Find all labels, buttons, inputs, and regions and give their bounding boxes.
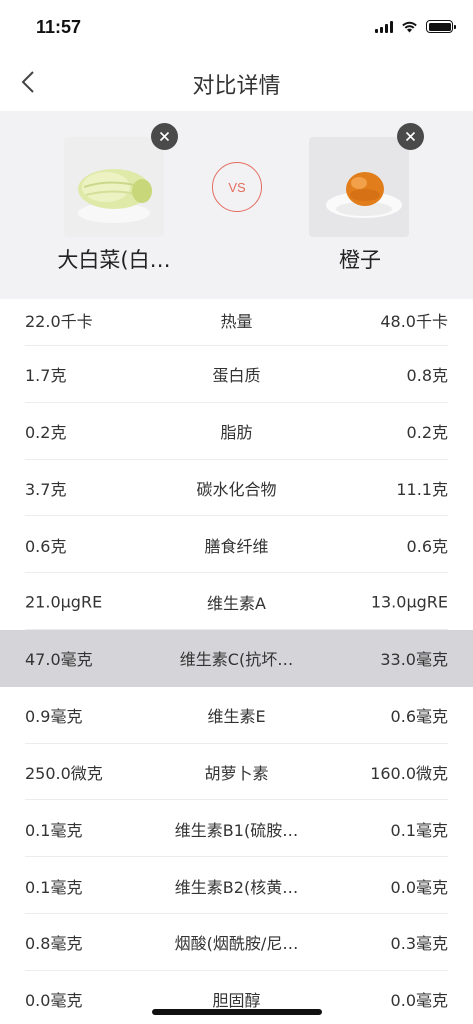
status-time: 11:57 — [36, 17, 82, 37]
nutrient-name: 胆固醇 — [212, 991, 261, 1011]
food-name-right: 橙子 — [339, 248, 381, 272]
nutrient-name: 蛋白质 — [212, 366, 261, 386]
nutrient-name: 烟酸(烟酰胺/尼… — [174, 934, 299, 954]
right-value: 0.6毫克 — [390, 707, 448, 727]
table-row: 21.0μgRE 维生素A 13.0μgRE — [0, 573, 473, 630]
nutrient-name: 碳水化合物 — [196, 479, 277, 499]
nutrient-name: 维生素B1(硫胺… — [174, 820, 299, 840]
nutrient-name: 维生素C(抗坏… — [179, 650, 294, 670]
right-value: 48.0千卡 — [380, 312, 448, 331]
close-icon — [405, 131, 416, 142]
table-row: 0.9毫克 维生素E 0.6毫克 — [0, 687, 473, 744]
left-value: 0.8毫克 — [25, 934, 83, 954]
table-row: 22.0千卡 热量 48.0千卡 — [0, 299, 473, 346]
food-image-left — [64, 137, 164, 237]
nutrient-name: 维生素E — [207, 707, 266, 727]
nutrient-name: 维生素A — [207, 593, 266, 613]
right-value: 13.0μgRE — [370, 592, 448, 612]
page-title: 对比详情 — [192, 74, 281, 99]
remove-right-button[interactable] — [397, 123, 424, 150]
right-value: 0.0毫克 — [390, 877, 448, 897]
cabbage-image — [64, 137, 164, 237]
vs-badge: VS — [212, 162, 262, 212]
food-name-left: 大白菜(白… — [57, 248, 171, 272]
right-value: 160.0微克 — [370, 763, 448, 783]
table-row: 0.8毫克 烟酸(烟酰胺/尼… 0.3毫克 — [0, 914, 473, 971]
wifi-icon — [402, 21, 417, 33]
food-image-right — [309, 137, 409, 237]
table-row: 0.1毫克 维生素B1(硫胺… 0.1毫克 — [0, 800, 473, 858]
left-value: 0.0毫克 — [25, 991, 83, 1011]
table-row: 0.0毫克 胆固醇 0.0毫克 — [0, 971, 473, 1024]
left-value: 0.6克 — [25, 536, 67, 556]
right-value: 0.1毫克 — [390, 820, 448, 840]
left-value: 0.2克 — [25, 423, 67, 443]
right-value: 33.0毫克 — [380, 650, 448, 670]
table-row-highlighted[interactable]: 47.0毫克 维生素C(抗坏… 33.0毫克 — [0, 629, 473, 687]
left-value: 250.0微克 — [25, 763, 103, 783]
nutrient-table: 22.0千卡 热量 48.0千卡 1.7克 蛋白质 0.8克 0.2克 脂肪 0… — [0, 299, 473, 1024]
nutrient-name: 胡萝卜素 — [204, 763, 269, 783]
remove-left-button[interactable] — [151, 123, 178, 150]
orange-image — [309, 137, 409, 237]
compare-panel: VS 大白菜(白… 橙子 — [0, 111, 473, 299]
battery-icon — [426, 20, 456, 33]
right-value: 0.6克 — [406, 536, 448, 556]
left-value: 21.0μgRE — [25, 592, 103, 612]
nav-bar: 对比详情 — [0, 56, 473, 110]
table-row: 0.2克 脂肪 0.2克 — [0, 403, 473, 460]
nutrient-name: 维生素B2(核黄… — [174, 877, 299, 897]
nutrient-name: 脂肪 — [220, 423, 253, 443]
left-value: 0.1毫克 — [25, 820, 83, 840]
status-icons — [375, 20, 456, 33]
table-row: 3.7克 碳水化合物 11.1克 — [0, 460, 473, 517]
right-value: 0.2克 — [406, 423, 448, 443]
table-row: 250.0微克 胡萝卜素 160.0微克 — [0, 744, 473, 801]
left-value: 0.1毫克 — [25, 877, 83, 897]
left-value: 47.0毫克 — [25, 650, 93, 670]
left-value: 3.7克 — [25, 479, 67, 499]
status-bar: 11:57 — [0, 0, 473, 56]
close-icon — [159, 131, 170, 142]
nutrient-name: 热量 — [220, 312, 253, 331]
cellular-signal-icon — [375, 20, 393, 33]
table-row: 0.1毫克 维生素B2(核黄… 0.0毫克 — [0, 857, 473, 914]
right-value: 11.1克 — [396, 479, 448, 499]
table-row: 0.6克 膳食纤维 0.6克 — [0, 516, 473, 574]
left-value: 0.9毫克 — [25, 707, 83, 727]
left-value: 1.7克 — [25, 366, 67, 386]
table-row: 1.7克 蛋白质 0.8克 — [0, 346, 473, 403]
home-indicator[interactable] — [152, 1009, 322, 1015]
right-value: 0.8克 — [406, 366, 448, 386]
right-value: 0.0毫克 — [390, 991, 448, 1011]
nutrient-name: 膳食纤维 — [204, 536, 269, 556]
left-value: 22.0千卡 — [25, 312, 93, 331]
right-value: 0.3毫克 — [390, 934, 448, 954]
